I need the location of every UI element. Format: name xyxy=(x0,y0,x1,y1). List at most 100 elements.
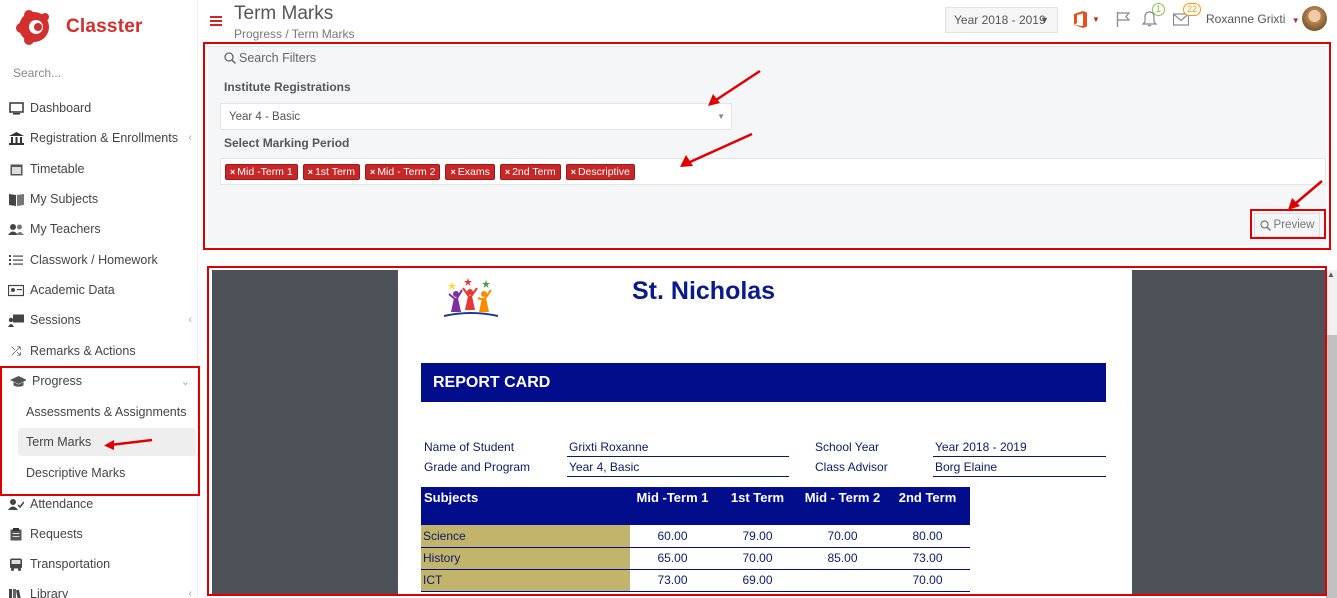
sidebar-item-label: Academic Data xyxy=(30,283,115,297)
sidebar-item-attendance[interactable]: Attendance xyxy=(0,490,198,518)
remove-tag-icon[interactable]: × xyxy=(308,164,313,180)
sidebar: Classter Search... Dashboard Registratio… xyxy=(0,0,198,598)
mark-cell: 73.00 xyxy=(630,569,715,592)
remove-tag-icon[interactable]: × xyxy=(450,164,455,180)
book-icon xyxy=(8,192,24,206)
notifications-badge: 1 xyxy=(1152,3,1166,16)
table-row: History 65.00 70.00 85.00 73.00 xyxy=(421,547,970,570)
search-filters-legend[interactable]: Search Filters xyxy=(224,51,316,65)
sidebar-item-timetable[interactable]: Timetable xyxy=(0,155,198,183)
year-select[interactable]: Year 2018 - 2019 ▼ xyxy=(945,7,1058,33)
mark-cell: 73.00 xyxy=(885,547,970,570)
sidebar-item-classwork[interactable]: Classwork / Homework xyxy=(0,246,198,274)
preview-button[interactable]: Preview xyxy=(1254,213,1320,237)
sidebar-item-my-teachers[interactable]: My Teachers xyxy=(0,215,198,243)
sidebar-item-transportation[interactable]: Transportation xyxy=(0,550,198,578)
mark-cell: 79.00 xyxy=(715,525,800,548)
flag-icon xyxy=(1116,12,1130,27)
sidebar-item-label: Library xyxy=(30,587,69,598)
marking-tag[interactable]: × 1st Term xyxy=(302,163,361,180)
user-menu[interactable]: Roxanne Grixti ▼ xyxy=(1206,12,1300,26)
marking-period-label: Select Marking Period xyxy=(224,136,350,150)
messages-button[interactable]: 22 xyxy=(1173,3,1202,29)
avatar[interactable] xyxy=(1302,6,1327,31)
report-viewer[interactable]: St. Nicholas REPORT CARD Name of Student… xyxy=(212,270,1325,594)
remove-tag-icon[interactable]: × xyxy=(230,164,235,180)
calendar-icon xyxy=(8,162,24,176)
sidebar-item-academic-data[interactable]: Academic Data xyxy=(0,276,198,304)
marking-tag[interactable]: × Mid - Term 2 xyxy=(365,163,441,180)
marking-tag[interactable]: × Descriptive xyxy=(565,163,635,180)
scroll-up-icon[interactable]: ▲ xyxy=(1327,270,1335,279)
sidebar-item-remarks[interactable]: ⤮ Remarks & Actions xyxy=(0,337,198,365)
subject-cell: Science xyxy=(421,525,630,548)
marks-table-header: Subjects Mid -Term 1 1st Term Mid - Term… xyxy=(421,487,970,525)
sidebar-item-dashboard[interactable]: Dashboard xyxy=(0,94,198,122)
app-logo[interactable]: Classter xyxy=(16,8,143,46)
sidebar-subitem-assessments[interactable]: Assessments & Assignments xyxy=(18,398,196,426)
search-filters-label: Search Filters xyxy=(239,51,317,65)
classter-logo-icon xyxy=(16,9,52,45)
sidebar-item-label: Registration & Enrollments xyxy=(30,131,178,145)
hamburger-menu-icon[interactable] xyxy=(210,16,222,26)
id-card-icon xyxy=(8,283,24,297)
report-scroll-thumb[interactable] xyxy=(1326,335,1337,598)
sidebar-item-label: Progress xyxy=(32,374,83,388)
grade-value: Year 4, Basic xyxy=(567,460,789,477)
sidebar-search-input[interactable]: Search... xyxy=(13,66,61,80)
column-header: Mid -Term 1 xyxy=(630,487,715,525)
chevron-left-icon: ‹ xyxy=(188,588,192,598)
school-year-value: Year 2018 - 2019 xyxy=(933,440,1106,457)
marking-tag[interactable]: × 2nd Term xyxy=(499,163,561,180)
marking-tag[interactable]: × Mid -Term 1 xyxy=(225,163,298,180)
annotation-arrow-preview xyxy=(1288,180,1323,210)
sidebar-item-label: Attendance xyxy=(30,497,94,511)
subject-cell: History xyxy=(421,547,630,570)
mark-cell: 60.00 xyxy=(630,525,715,548)
mark-cell: 85.00 xyxy=(800,547,885,570)
office-apps-button[interactable]: ▼ xyxy=(1072,9,1100,29)
grade-label: Grade and Program xyxy=(424,460,531,474)
graduation-cap-icon xyxy=(10,374,26,388)
remove-tag-icon[interactable]: × xyxy=(370,164,375,180)
sidebar-item-label: Classwork / Homework xyxy=(30,253,158,267)
breadcrumb[interactable]: Progress / Term Marks xyxy=(234,27,354,41)
preview-button-label: Preview xyxy=(1273,219,1315,231)
marking-tag-label: Descriptive xyxy=(577,165,630,178)
student-name-label: Name of Student xyxy=(424,440,515,454)
notifications-button[interactable]: 1 xyxy=(1142,3,1166,29)
marks-table: Subjects Mid -Term 1 1st Term Mid - Term… xyxy=(421,487,970,592)
bus-icon xyxy=(8,557,24,571)
sidebar-item-label: Sessions xyxy=(30,313,81,327)
sidebar-item-library[interactable]: Library ‹ xyxy=(0,580,198,598)
sidebar-item-my-subjects[interactable]: My Subjects xyxy=(0,185,198,213)
class-advisor-value: Borg Elaine xyxy=(933,460,1106,477)
user-name: Roxanne Grixti xyxy=(1206,12,1286,26)
sidebar-item-label: Timetable xyxy=(30,162,85,176)
list-icon xyxy=(8,253,24,267)
sidebar-item-label: Requests xyxy=(30,527,83,541)
sidebar-item-label: Remarks & Actions xyxy=(30,344,136,358)
sidebar-subitem-descriptive-marks[interactable]: Descriptive Marks xyxy=(18,459,196,487)
search-filters-panel: Search Filters Institute Registrations Y… xyxy=(208,46,1326,246)
marking-tag[interactable]: × Exams xyxy=(445,163,495,180)
sidebar-item-progress[interactable]: Progress ⌄ xyxy=(0,367,198,395)
sidebar-item-sessions[interactable]: Sessions ‹ xyxy=(0,306,198,334)
sidebar-item-registration[interactable]: Registration & Enrollments ‹ xyxy=(0,124,198,152)
marking-tag-label: 2nd Term xyxy=(512,165,556,178)
remove-tag-icon[interactable]: × xyxy=(505,164,510,180)
marking-period-multiselect[interactable]: × Mid -Term 1 × 1st Term × Mid - Term 2 × Ex… xyxy=(220,158,1326,185)
flag-button[interactable] xyxy=(1116,9,1130,29)
mark-cell xyxy=(800,569,885,592)
mark-cell: 65.00 xyxy=(630,547,715,570)
sidebar-item-label: My Subjects xyxy=(30,192,99,206)
caret-down-icon: ▼ xyxy=(717,112,725,121)
remove-tag-icon[interactable]: × xyxy=(571,164,576,180)
registration-select[interactable]: Year 4 - Basic ▼ xyxy=(220,103,732,130)
sidebar-item-requests[interactable]: Requests xyxy=(0,520,198,548)
report-card-page: St. Nicholas REPORT CARD Name of Student… xyxy=(398,270,1132,594)
messages-badge: 22 xyxy=(1183,3,1202,16)
table-row: ICT 73.00 69.00 70.00 xyxy=(421,569,970,592)
school-logo xyxy=(440,276,502,318)
sidebar-item-label: Dashboard xyxy=(30,101,92,115)
